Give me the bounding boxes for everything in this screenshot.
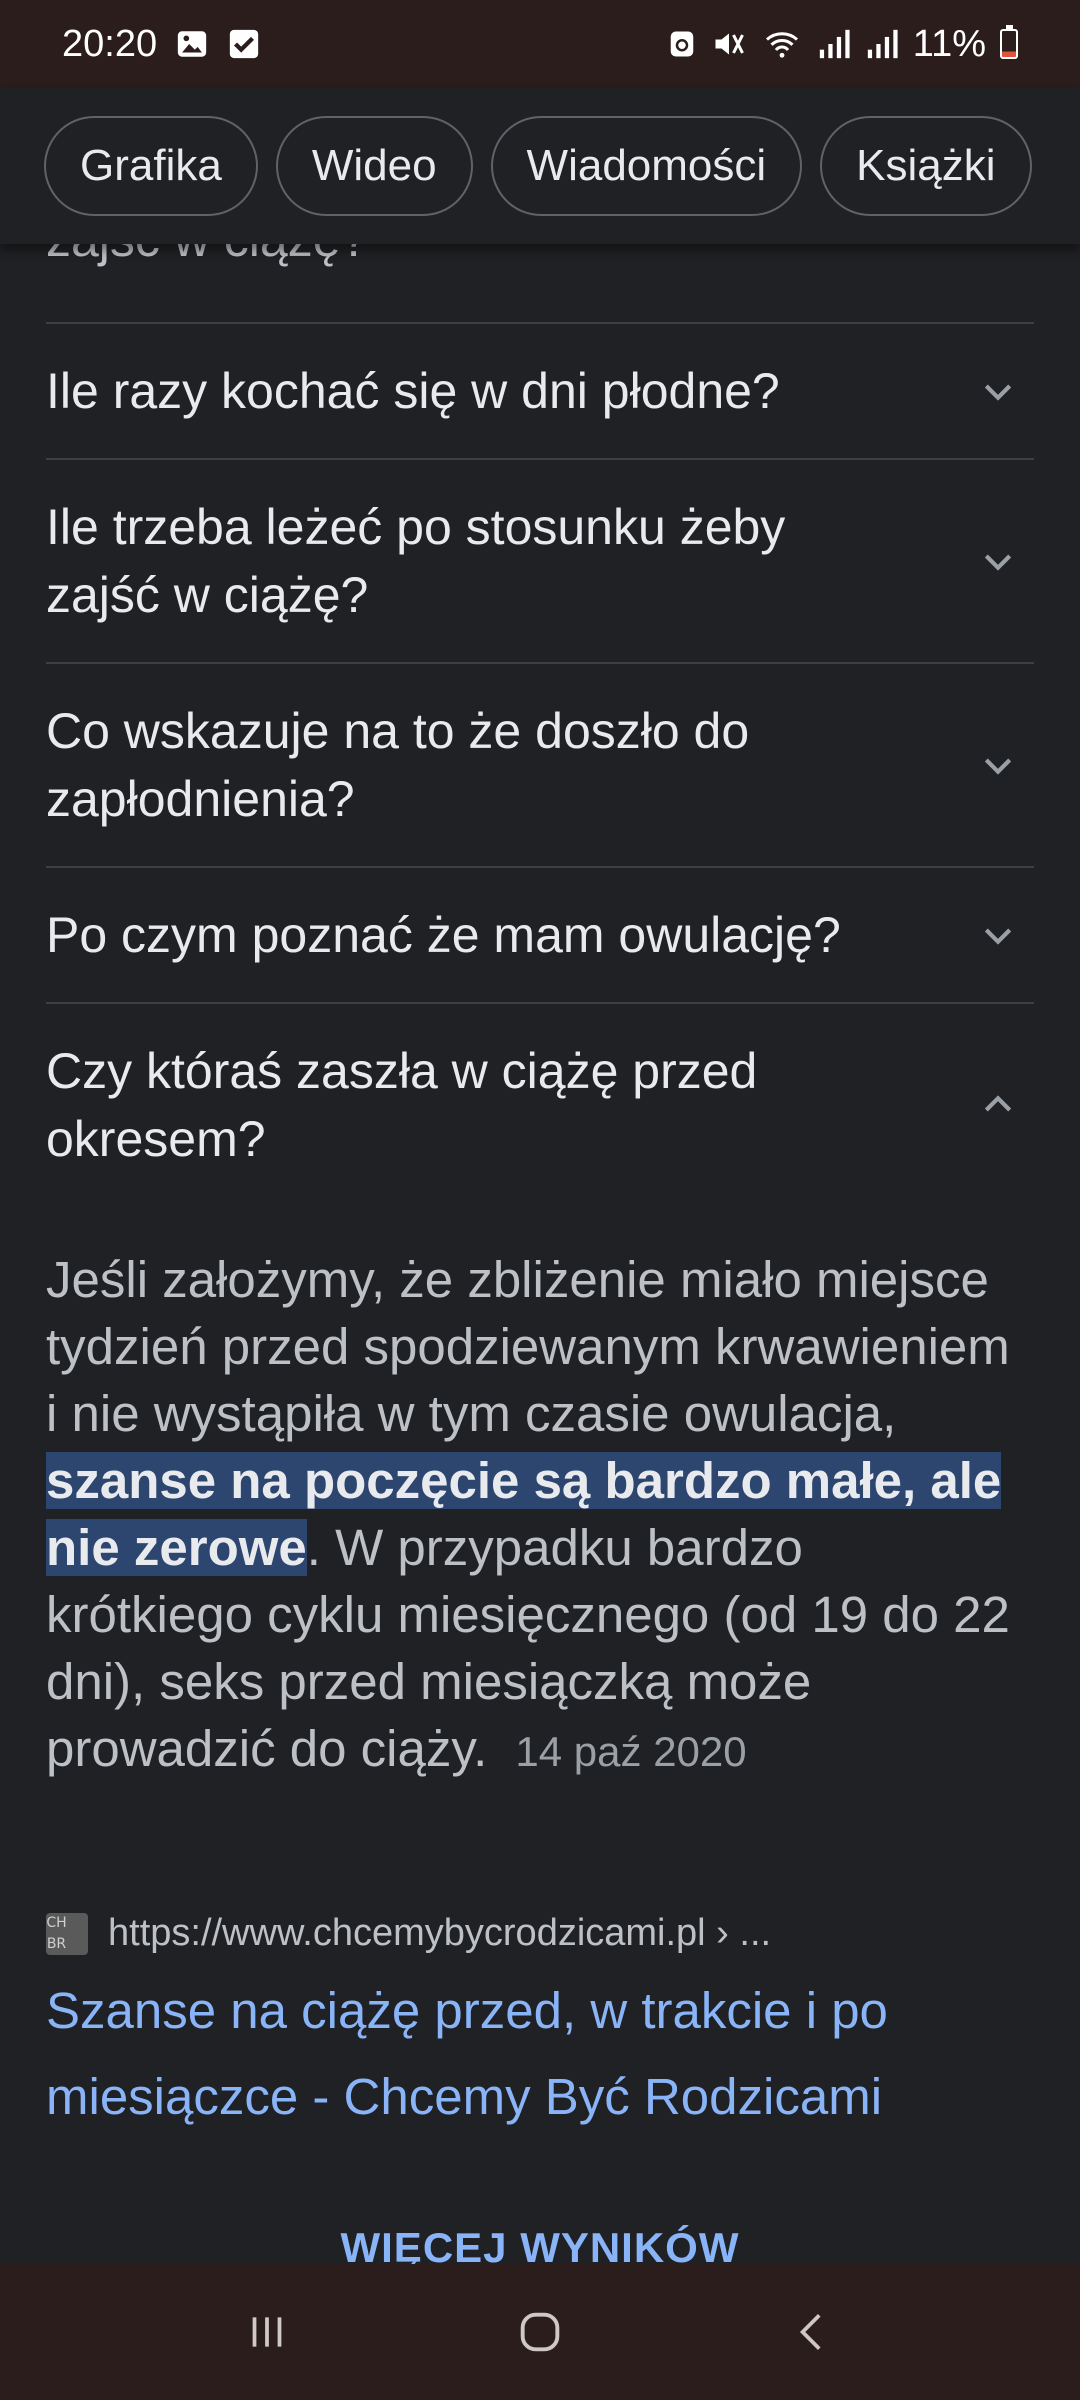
back-button[interactable]	[768, 2287, 858, 2377]
faq-question: Co wskazuje na to że doszło do zapłodnie…	[46, 703, 750, 827]
answer-date: 14 paź 2020	[515, 1728, 747, 1775]
chevron-down-icon[interactable]	[974, 367, 1022, 415]
clock: 20:20	[62, 22, 158, 65]
chip-videos[interactable]: Wideo	[275, 116, 473, 216]
chip-images[interactable]: Grafika	[44, 116, 258, 216]
chevron-up-icon[interactable]	[974, 1081, 1022, 1129]
faq-item[interactable]: Co wskazuje na to że doszło do zapłodnie…	[46, 662, 1034, 866]
battery-icon	[1000, 25, 1018, 59]
chip-news[interactable]: Wiadomości	[490, 116, 803, 216]
site-favicon: CH BR	[46, 1912, 88, 1955]
faq-question: Ile razy kochać się w dni płodne?	[46, 363, 780, 419]
faq-item[interactable]: Ile razy kochać się w dni płodne?	[46, 322, 1034, 458]
faq-partial-question: zajść w ciążę?	[46, 244, 368, 268]
answer-text: Jeśli założymy, że zbliżenie miało miejs…	[46, 1251, 1010, 1442]
faq-item-expanded[interactable]: Czy któraś zaszła w ciążę przed okresem?	[46, 1002, 1034, 1206]
result-url[interactable]: https://www.chcemybycrodzicami.pl › ...	[108, 1912, 771, 1955]
checkbox-notification-icon	[227, 27, 261, 61]
chevron-down-icon[interactable]	[974, 911, 1022, 959]
chevron-down-icon[interactable]	[974, 537, 1022, 585]
wifi-icon	[761, 26, 803, 62]
faq-item[interactable]: Ile trzeba leżeć po stosunku żeby zajść …	[46, 458, 1034, 662]
more-results-button[interactable]: WIĘCEJ WYNIKÓW	[0, 2224, 1080, 2264]
faq-question: Po czym poznać że mam owulację?	[46, 907, 841, 963]
recycle-icon	[667, 27, 697, 61]
search-results: zajść w ciążę? Ile razy kochać się w dni…	[0, 244, 1080, 2264]
result-source[interactable]: CH BR https://www.chcemybycrodzicami.pl …	[46, 1912, 771, 1955]
faq-answer: Jeśli założymy, że zbliżenie miało miejs…	[46, 1246, 1016, 1785]
faq-question: Ile trzeba leżeć po stosunku żeby zajść …	[46, 499, 786, 623]
chip-books[interactable]: Książki	[820, 116, 1032, 216]
faq-question: Czy któraś zaszła w ciążę przed okresem?	[46, 1043, 758, 1167]
mute-icon	[711, 26, 747, 62]
chevron-down-icon[interactable]	[974, 741, 1022, 789]
search-filter-chips: Grafika Wideo Wiadomości Książki	[0, 88, 1080, 244]
status-bar: 20:20 11%	[0, 0, 1080, 88]
battery-percent: 11%	[912, 22, 986, 65]
gallery-icon	[175, 27, 209, 61]
signal-icon	[817, 27, 851, 61]
related-questions: Ile razy kochać się w dni płodne? Ile tr…	[46, 322, 1034, 1206]
signal-icon-2	[865, 27, 899, 61]
system-nav-bar	[0, 2264, 1080, 2400]
recent-apps-button[interactable]	[222, 2287, 312, 2377]
faq-item[interactable]: Po czym poznać że mam owulację?	[46, 866, 1034, 1002]
home-button[interactable]	[495, 2287, 585, 2377]
result-title-link[interactable]: Szanse na ciążę przed, w trakcie i po mi…	[46, 1968, 1036, 2140]
